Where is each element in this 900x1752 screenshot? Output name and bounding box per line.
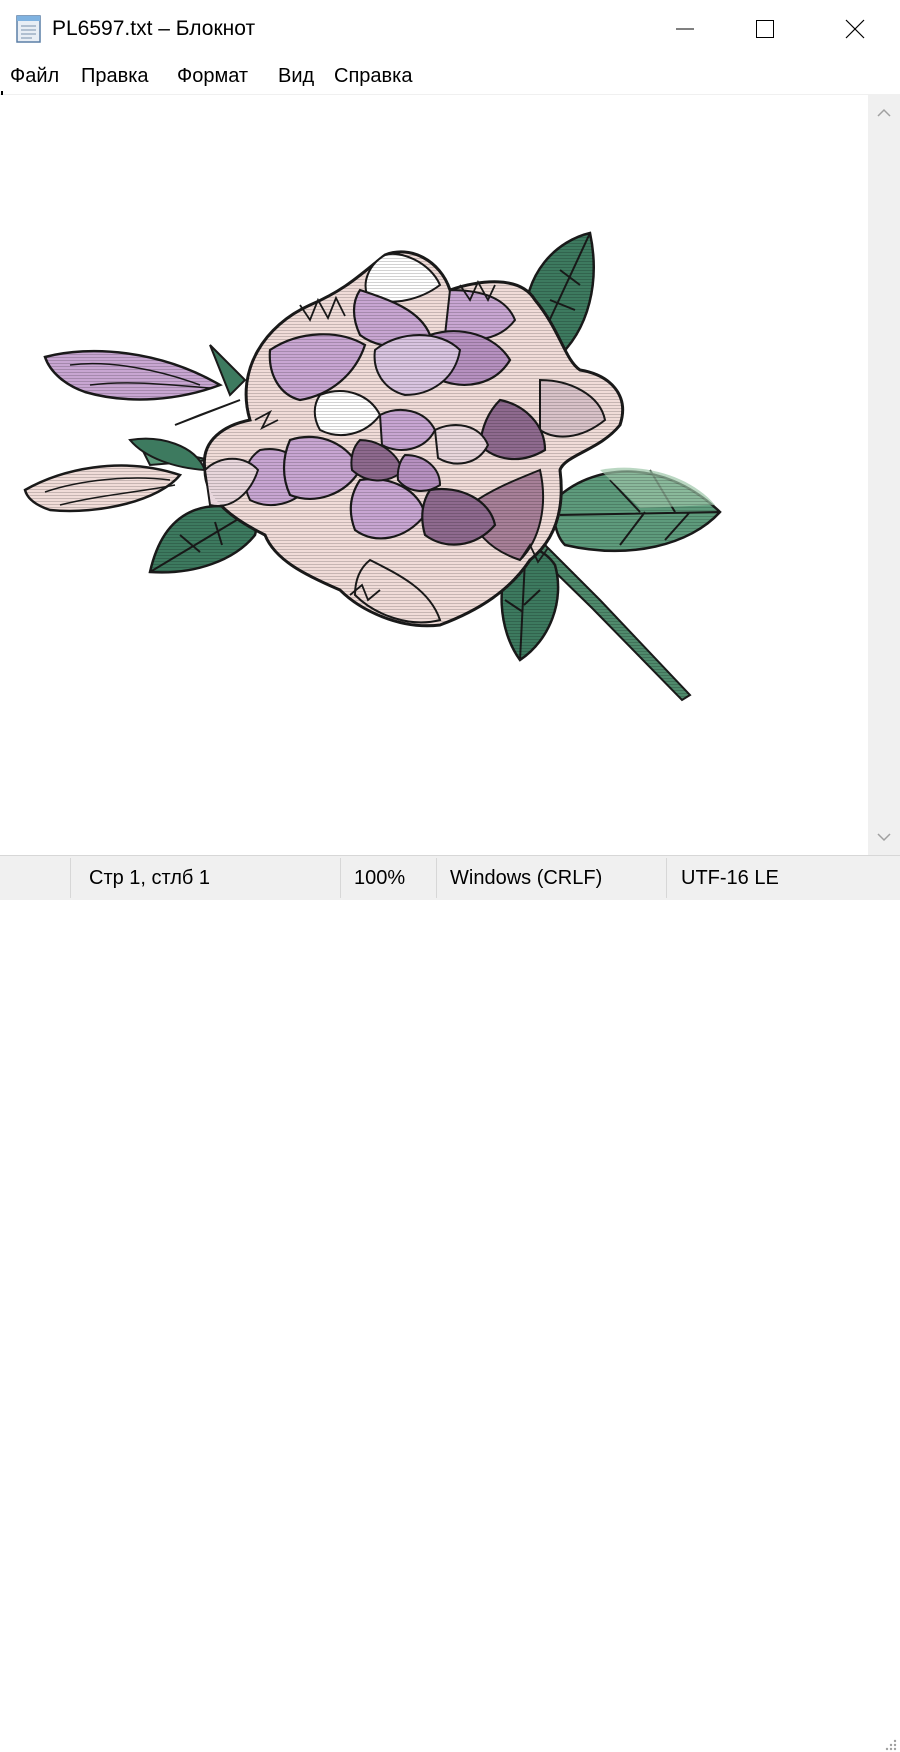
notepad-icon [15, 13, 43, 43]
close-button[interactable] [810, 0, 900, 58]
status-cursor-position: Стр 1, стлб 1 [89, 867, 211, 889]
bud-lower-left [23, 464, 183, 513]
minimize-button[interactable] [640, 0, 730, 58]
scroll-up-button[interactable] [868, 95, 900, 131]
vertical-scrollbar[interactable] [868, 95, 900, 855]
leaf-right [552, 467, 722, 553]
menu-view[interactable]: Вид [277, 63, 315, 89]
maximize-button[interactable] [720, 0, 810, 58]
bud-upper-left [43, 349, 223, 401]
minimize-icon [676, 28, 694, 30]
title-bar[interactable]: PL6597.txt – Блокнот [0, 0, 900, 58]
close-icon [845, 19, 865, 39]
chevron-up-icon [877, 108, 891, 117]
status-line-endings: Windows (CRLF) [450, 867, 603, 889]
status-separator [70, 858, 71, 898]
menu-bar: Файл Правка Формат Вид Справка [0, 58, 900, 95]
status-encoding: UTF-16 LE [681, 867, 779, 889]
status-separator [666, 858, 667, 898]
status-bar: Стр 1, стлб 1 100% Windows (CRLF) UTF-16… [0, 855, 900, 1751]
status-separator [340, 858, 341, 898]
menu-help[interactable]: Справка [333, 63, 413, 89]
menu-file[interactable]: Файл [9, 63, 60, 89]
window-title: PL6597.txt – Блокнот [52, 17, 256, 40]
chevron-down-icon [877, 833, 891, 842]
status-separator [436, 858, 437, 898]
text-editor[interactable] [0, 95, 868, 855]
status-zoom: 100% [354, 867, 406, 889]
menu-format[interactable]: Формат [176, 63, 249, 89]
resize-grip-icon[interactable] [880, 1734, 898, 1752]
menu-edit[interactable]: Правка [80, 63, 150, 89]
scroll-down-button[interactable] [868, 819, 900, 855]
maximize-icon [756, 20, 774, 38]
flower-illustration [23, 231, 722, 702]
